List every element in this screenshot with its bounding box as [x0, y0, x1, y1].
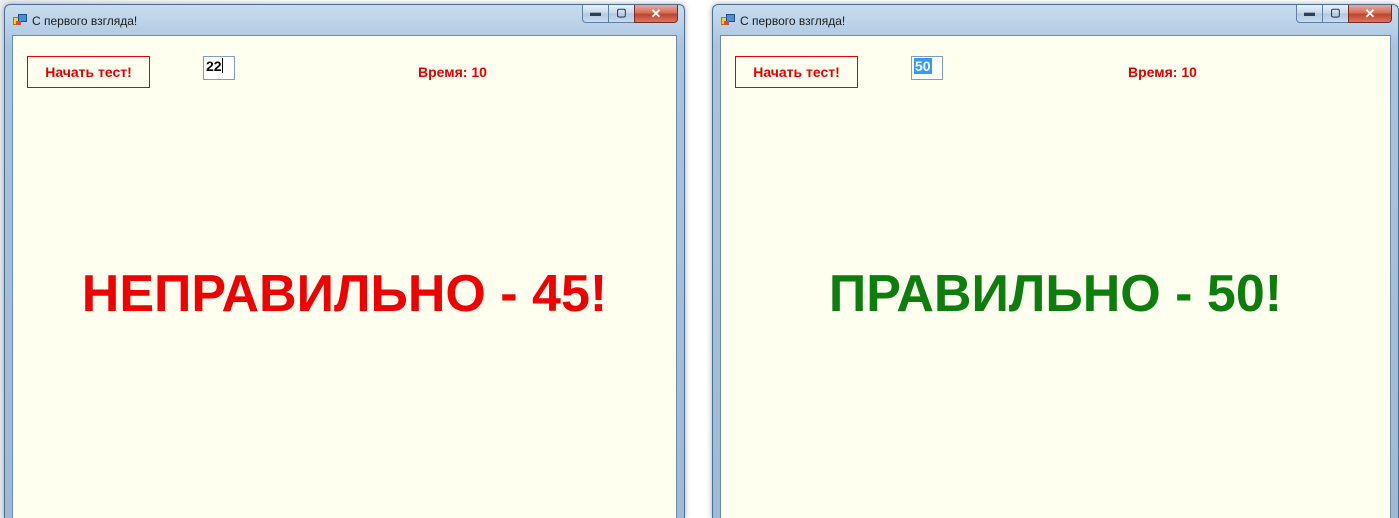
window-controls: ▬ ▢ ✕	[1296, 5, 1392, 25]
form-client-area: Начать тест! 22 Время: 10 НЕПРАВИЛЬНО - …	[12, 35, 677, 518]
close-button[interactable]: ✕	[1348, 5, 1392, 23]
app-window-icon	[13, 14, 27, 25]
window-title: С первого взгляда!	[740, 14, 846, 28]
answer-input[interactable]: 22	[203, 56, 235, 80]
close-button[interactable]: ✕	[634, 5, 678, 23]
window-title: С первого взгляда!	[32, 14, 138, 28]
title-bar[interactable]: С первого взгляда! ▬ ▢ ✕	[5, 5, 684, 35]
form-client-area: Начать тест! 50 Время: 10 ПРАВИЛЬНО - 50…	[720, 35, 1391, 518]
minimize-button[interactable]: ▬	[1296, 5, 1322, 23]
start-test-button[interactable]: Начать тест!	[27, 56, 150, 88]
start-test-button[interactable]: Начать тест!	[735, 56, 858, 88]
maximize-button[interactable]: ▢	[608, 5, 634, 23]
timer-label: Время: 10	[418, 64, 487, 80]
result-message: НЕПРАВИЛЬНО - 45!	[81, 265, 608, 323]
text-caret	[221, 58, 223, 73]
minimize-button[interactable]: ▬	[582, 5, 608, 23]
app-window-wrong: С первого взгляда! ▬ ▢ ✕ Начать тест! 22…	[4, 4, 685, 518]
answer-input[interactable]: 50	[911, 56, 943, 80]
app-window-icon	[721, 14, 735, 25]
answer-input-value: 50	[914, 58, 932, 74]
title-bar[interactable]: С первого взгляда! ▬ ▢ ✕	[713, 5, 1398, 35]
result-message: ПРАВИЛЬНО - 50!	[828, 265, 1283, 323]
timer-label: Время: 10	[1128, 64, 1197, 80]
answer-input-value: 22	[206, 58, 222, 74]
maximize-button[interactable]: ▢	[1322, 5, 1348, 23]
app-window-correct: С первого взгляда! ▬ ▢ ✕ Начать тест! 50…	[712, 4, 1399, 518]
window-controls: ▬ ▢ ✕	[582, 5, 678, 25]
